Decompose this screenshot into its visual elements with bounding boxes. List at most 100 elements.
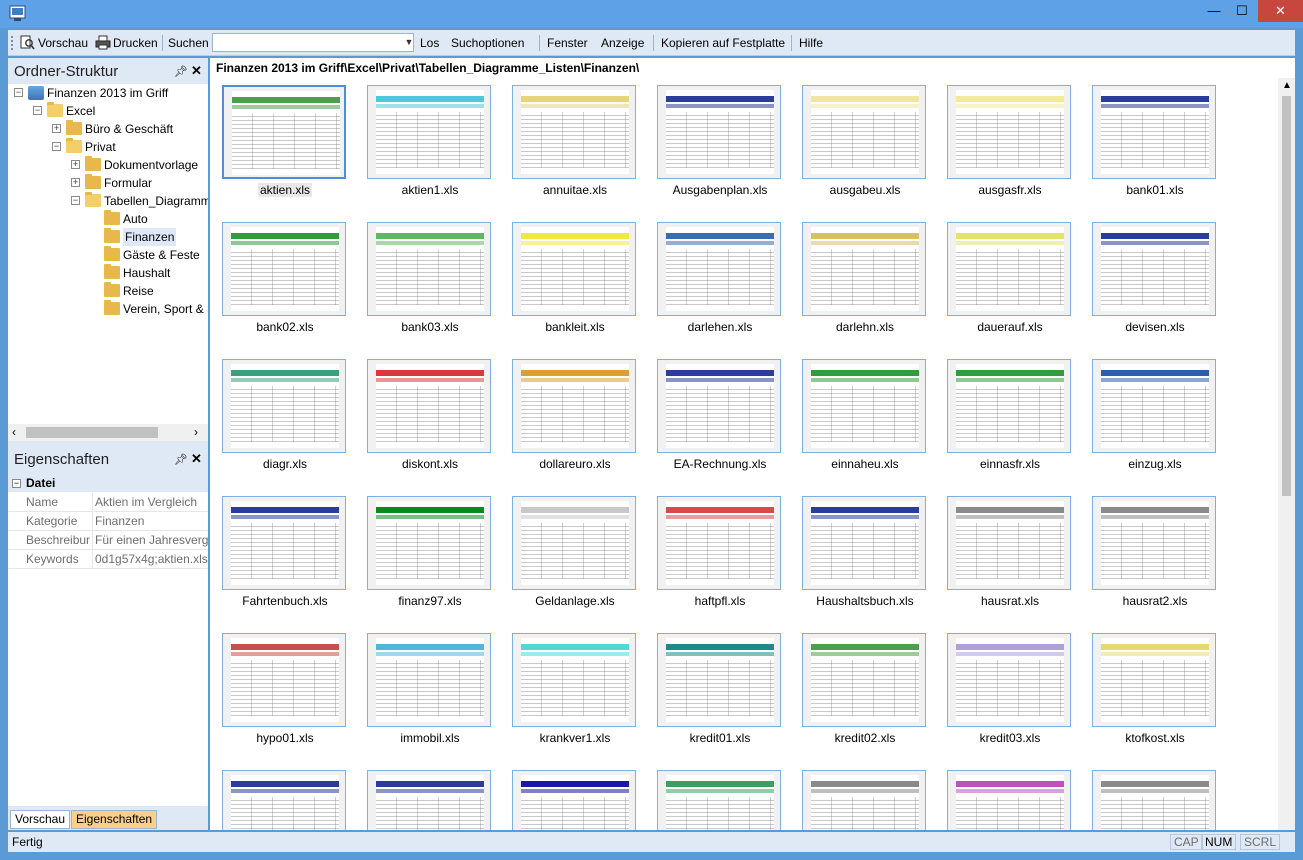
file-thumbnail[interactable]: bank02.xls	[222, 222, 348, 340]
file-thumbnail[interactable]: immobil.xls	[367, 633, 493, 751]
expand-icon[interactable]: +	[71, 178, 80, 187]
property-row[interactable]: Name Aktien im Vergleich	[8, 493, 208, 512]
tree-node[interactable]: Reise	[8, 282, 208, 300]
toolbar-grip[interactable]	[11, 36, 14, 50]
file-thumbnail[interactable]: aktien.xls	[222, 85, 348, 203]
file-thumbnail[interactable]: einzug.xls	[1092, 359, 1218, 477]
file-thumbnail[interactable]: EA-Rechnung.xls	[657, 359, 783, 477]
minimize-button[interactable]: —	[1200, 0, 1228, 22]
scrollbar-thumb[interactable]	[26, 427, 158, 438]
print-button[interactable]: Drucken	[113, 35, 158, 51]
properties-category[interactable]: − Datei	[8, 474, 208, 492]
file-thumbnail[interactable]	[367, 770, 493, 830]
tree-node[interactable]: Auto	[8, 210, 208, 228]
tree-node[interactable]: Finanzen	[8, 228, 208, 246]
close-button[interactable]: ✕	[1258, 0, 1303, 22]
tree-horizontal-scrollbar[interactable]: ‹ ›	[8, 424, 208, 441]
file-thumbnail[interactable]: bankleit.xls	[512, 222, 638, 340]
collapse-icon[interactable]: −	[52, 142, 61, 151]
scroll-right-icon[interactable]: ›	[194, 425, 198, 439]
property-row[interactable]: Keywords 0d1g57x4g;aktien.xls;	[8, 550, 208, 569]
file-thumbnail[interactable]: kredit03.xls	[947, 633, 1073, 751]
file-name-container: finanz97.xls	[357, 594, 503, 608]
window-menu[interactable]: Fenster	[547, 35, 588, 51]
file-thumbnail[interactable]: dauerauf.xls	[947, 222, 1073, 340]
file-thumbnail[interactable]: hypo01.xls	[222, 633, 348, 751]
file-thumbnail[interactable]: bank01.xls	[1092, 85, 1218, 203]
file-thumbnail[interactable]: einnaheu.xls	[802, 359, 928, 477]
pin-icon[interactable]: 📌︎	[174, 65, 188, 78]
file-thumbnail[interactable]: Ausgabenplan.xls	[657, 85, 783, 203]
tree-node[interactable]: − Excel	[8, 102, 208, 120]
search-options-button[interactable]: Suchoptionen	[451, 35, 524, 51]
file-thumbnail[interactable]: ausgabeu.xls	[802, 85, 928, 203]
folder-icon	[47, 102, 63, 117]
file-thumbnail[interactable]: ausgasfr.xls	[947, 85, 1073, 203]
help-menu[interactable]: Hilfe	[799, 35, 823, 51]
preview-subheader-band	[666, 241, 774, 245]
file-thumbnail[interactable]: kredit01.xls	[657, 633, 783, 751]
search-dropdown-arrow-icon[interactable]: ▼	[403, 33, 415, 52]
collapse-icon[interactable]: −	[71, 196, 80, 205]
search-input[interactable]	[212, 33, 414, 52]
preview-header-band	[376, 644, 484, 650]
file-thumbnail[interactable]: annuitae.xls	[512, 85, 638, 203]
file-thumbnail[interactable]	[1092, 770, 1218, 830]
file-thumbnail[interactable]	[947, 770, 1073, 830]
tab-properties[interactable]: Eigenschaften	[71, 810, 158, 829]
scroll-left-icon[interactable]: ‹	[12, 425, 16, 439]
collapse-icon[interactable]: −	[12, 479, 21, 488]
close-icon[interactable]: ✕	[191, 451, 202, 467]
expand-icon[interactable]: +	[52, 124, 61, 133]
file-thumbnail[interactable]: darlehen.xls	[657, 222, 783, 340]
thumbnail-vertical-scrollbar[interactable]: ▲	[1278, 78, 1295, 830]
tab-preview[interactable]: Vorschau	[10, 810, 71, 829]
expand-icon[interactable]: +	[71, 160, 80, 169]
file-thumbnail[interactable]: hausrat2.xls	[1092, 496, 1218, 614]
file-thumbnail[interactable]	[802, 770, 928, 830]
file-thumbnail[interactable]: dollareuro.xls	[512, 359, 638, 477]
scrollbar-thumb[interactable]	[1282, 96, 1291, 496]
file-thumbnail[interactable]: darlehn.xls	[802, 222, 928, 340]
file-thumbnail[interactable]: krankver1.xls	[512, 633, 638, 751]
maximize-button[interactable]: ☐	[1228, 0, 1256, 22]
view-menu[interactable]: Anzeige	[601, 35, 644, 51]
copy-to-disk-button[interactable]: Kopieren auf Festplatte	[661, 35, 785, 51]
tree-node[interactable]: − Finanzen 2013 im Griff	[8, 84, 208, 102]
file-thumbnail[interactable]	[512, 770, 638, 830]
tree-node[interactable]: − Tabellen_Diagramme_Listen	[8, 192, 208, 210]
property-row[interactable]: BeschreibungFür einen Jahresvergleich	[8, 531, 208, 550]
file-thumbnail[interactable]: Haushaltsbuch.xls	[802, 496, 928, 614]
preview-subheader-band	[811, 104, 919, 108]
collapse-icon[interactable]: −	[14, 88, 23, 97]
file-thumbnail[interactable]: devisen.xls	[1092, 222, 1218, 340]
file-thumbnail[interactable]: diagr.xls	[222, 359, 348, 477]
file-thumbnail[interactable]: aktien1.xls	[367, 85, 493, 203]
file-thumbnail[interactable]: finanz97.xls	[367, 496, 493, 614]
file-thumbnail[interactable]: bank03.xls	[367, 222, 493, 340]
file-thumbnail[interactable]: einnasfr.xls	[947, 359, 1073, 477]
file-thumbnail[interactable]: Geldanlage.xls	[512, 496, 638, 614]
file-thumbnail[interactable]: diskont.xls	[367, 359, 493, 477]
tree-node[interactable]: Gäste & Feste	[8, 246, 208, 264]
preview-button[interactable]: Vorschau	[38, 35, 88, 51]
pin-icon[interactable]: 📌︎	[174, 453, 188, 466]
file-thumbnail[interactable]: Fahrtenbuch.xls	[222, 496, 348, 614]
tree-node[interactable]: − Privat	[8, 138, 208, 156]
tree-node[interactable]: Verein, Sport & Freizeit	[8, 300, 208, 318]
file-thumbnail[interactable]: ktofkost.xls	[1092, 633, 1218, 751]
collapse-icon[interactable]: −	[33, 106, 42, 115]
go-button[interactable]: Los	[420, 35, 439, 51]
tree-node[interactable]: Haushalt	[8, 264, 208, 282]
tree-node[interactable]: + Dokumentvorlage	[8, 156, 208, 174]
file-thumbnail[interactable]: kredit02.xls	[802, 633, 928, 751]
tree-node[interactable]: + Formular	[8, 174, 208, 192]
file-thumbnail[interactable]	[657, 770, 783, 830]
file-thumbnail[interactable]: hausrat.xls	[947, 496, 1073, 614]
property-row[interactable]: Kategorie Finanzen	[8, 512, 208, 531]
close-icon[interactable]: ✕	[191, 63, 202, 79]
scroll-up-icon[interactable]: ▲	[1282, 80, 1292, 91]
file-thumbnail[interactable]	[222, 770, 348, 830]
file-thumbnail[interactable]: haftpfl.xls	[657, 496, 783, 614]
tree-node[interactable]: + Büro & Geschäft	[8, 120, 208, 138]
